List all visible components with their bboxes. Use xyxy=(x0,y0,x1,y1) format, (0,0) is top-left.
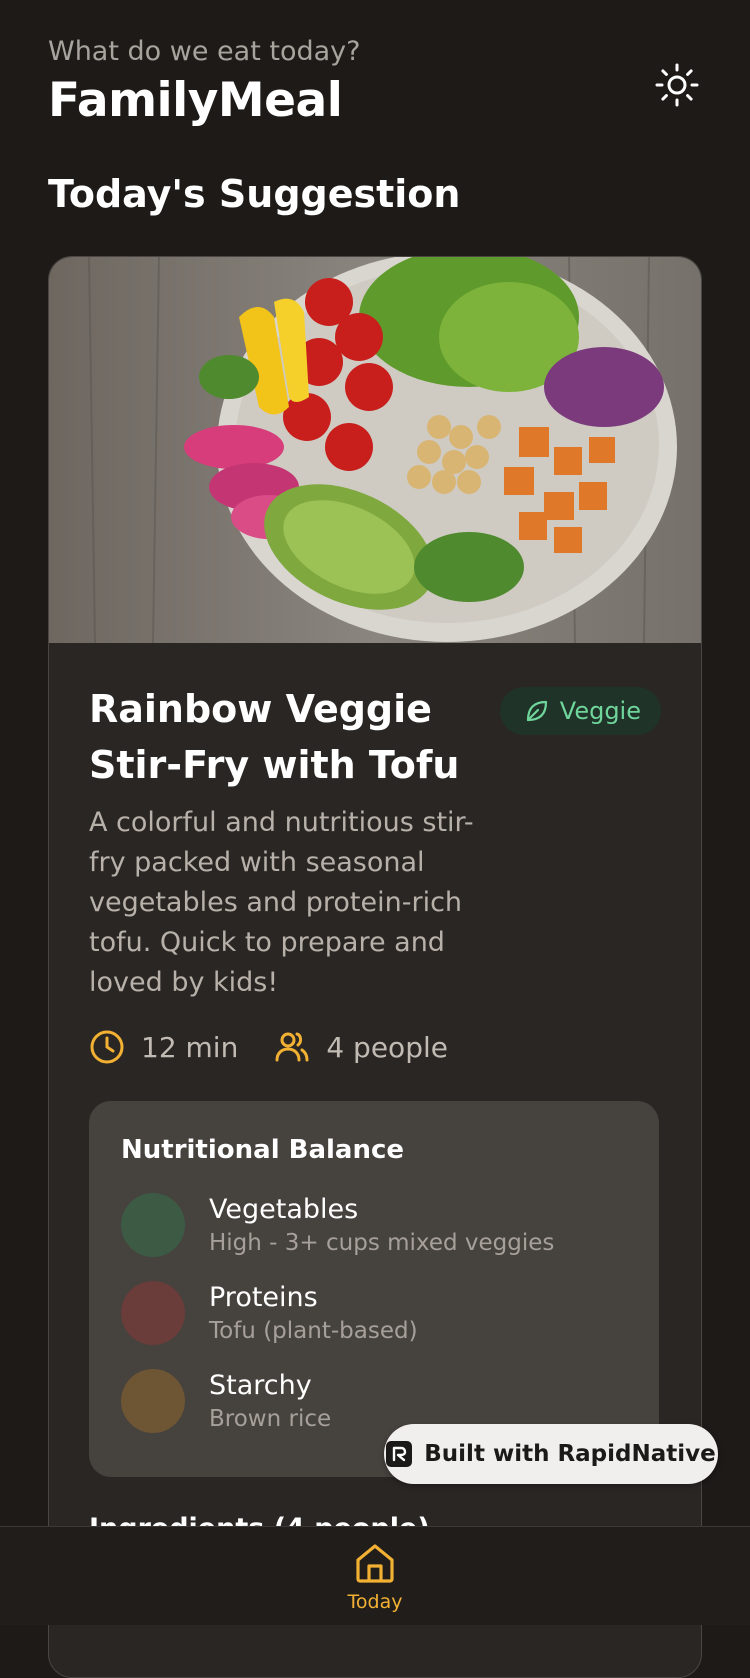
people-text: 4 people xyxy=(326,1030,448,1064)
built-with-badge[interactable]: Built with RapidNative xyxy=(384,1424,718,1484)
app-subtitle: What do we eat today? xyxy=(48,36,361,67)
nutrition-name: Vegetables xyxy=(209,1194,359,1225)
header: What do we eat today? FamilyMeal xyxy=(48,36,702,128)
nutrition-row-proteins: Proteins Tofu (plant-based) xyxy=(121,1281,627,1345)
people-icon xyxy=(275,1032,309,1062)
badge-label: Built with RapidNative xyxy=(424,1441,716,1467)
nutrition-detail: Brown rice xyxy=(209,1406,332,1432)
nutrition-name: Proteins xyxy=(209,1282,318,1313)
veggie-tag: Veggie xyxy=(499,687,661,735)
starchy-dot xyxy=(121,1369,185,1433)
nutrition-name: Starchy xyxy=(209,1370,312,1401)
recipe-meta: 12 min 4 people xyxy=(89,1029,661,1065)
nutrition-detail: Tofu (plant-based) xyxy=(209,1318,418,1344)
time-meta: 12 min xyxy=(89,1029,238,1065)
recipe-title: Rainbow Veggie Stir-Fry with Tofu xyxy=(89,687,460,787)
tag-label: Veggie xyxy=(559,697,641,725)
leaf-icon xyxy=(526,700,547,722)
time-text: 12 min xyxy=(141,1030,239,1064)
proteins-dot xyxy=(121,1281,185,1345)
nutritional-balance-title: Nutritional Balance xyxy=(121,1135,405,1165)
vegetables-dot xyxy=(121,1193,185,1257)
rapidnative-logo-icon xyxy=(386,1441,413,1467)
app-title: FamilyMeal xyxy=(48,73,343,128)
recipe-image xyxy=(49,257,701,643)
theme-toggle-button[interactable] xyxy=(652,60,702,110)
nutritional-balance-panel: Nutritional Balance Vegetables High - 3+… xyxy=(89,1101,659,1477)
tab-bar: Today xyxy=(0,1526,750,1625)
home-icon xyxy=(356,1544,394,1583)
clock-icon xyxy=(90,1030,124,1064)
nutrition-row-vegetables: Vegetables High - 3+ cups mixed veggies xyxy=(121,1193,627,1257)
people-meta: 4 people xyxy=(274,1029,448,1065)
recipe-description: A colorful and nutritious stir-fry packe… xyxy=(89,807,474,998)
recipe-details: Rainbow Veggie Stir-Fry with Tofu Veggie… xyxy=(89,681,661,1544)
tab-label: Today xyxy=(347,1591,403,1613)
nutrition-detail: High - 3+ cups mixed veggies xyxy=(209,1230,555,1256)
sun-icon xyxy=(655,63,699,107)
tab-today[interactable]: Today xyxy=(325,1541,425,1613)
section-title: Today's Suggestion xyxy=(48,172,461,216)
